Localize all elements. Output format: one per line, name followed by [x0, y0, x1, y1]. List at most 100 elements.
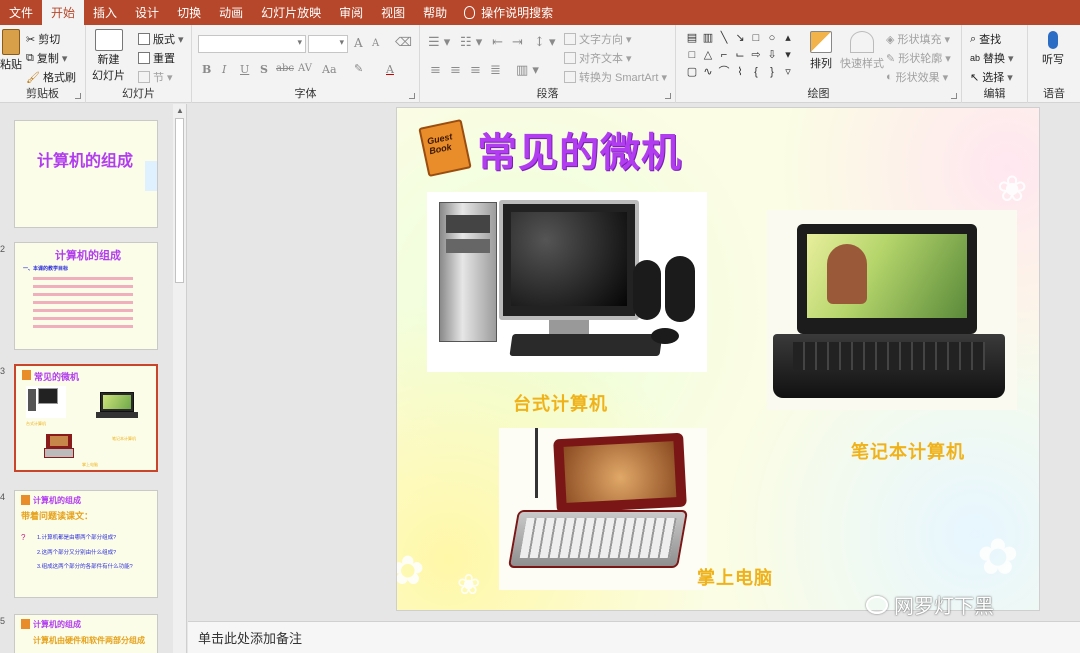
- text-direction-button[interactable]: 文字方向 ▾: [564, 31, 632, 47]
- arc-shape-icon[interactable]: ⌒: [716, 64, 732, 81]
- handheld-pc-image[interactable]: [499, 428, 707, 590]
- italic-button[interactable]: I: [222, 63, 226, 76]
- tab-slideshow[interactable]: 幻灯片放映: [252, 0, 330, 25]
- select-button[interactable]: ↖ 选择 ▾: [970, 69, 1013, 85]
- numbering-icon[interactable]: ☷ ▾: [460, 35, 482, 50]
- gallery-down-icon[interactable]: ▾: [780, 47, 796, 64]
- current-slide[interactable]: ✿ ❀ ✿ ❀ ✾ Guest Book 常见的微机 台式计算机 笔记本: [396, 107, 1040, 611]
- font-launcher-icon[interactable]: [409, 93, 415, 99]
- slide-thumb-3[interactable]: 常见的微机 台式计算机 笔记本计算机 掌上电脑: [14, 364, 158, 472]
- vtextbox-shape-icon[interactable]: ▥: [700, 30, 716, 47]
- bold-button[interactable]: B: [202, 63, 211, 76]
- tab-help[interactable]: 帮助: [414, 0, 456, 25]
- align-left-icon[interactable]: ≡: [430, 63, 441, 78]
- slide-thumb-4[interactable]: 计算机的组成 带着问题读课文： 1.计算机都是由哪两个部分组成? 2.这两个部分…: [14, 490, 158, 598]
- font-name-combobox[interactable]: [198, 35, 306, 53]
- elbow-shape-icon[interactable]: ⌙: [732, 47, 748, 64]
- tab-insert[interactable]: 插入: [84, 0, 126, 25]
- change-case-button[interactable]: Aa: [322, 63, 337, 76]
- format-painter-button[interactable]: 🖌 格式刷: [26, 69, 76, 85]
- slide-thumb-2[interactable]: 计算机的组成 一、本课的教学目标: [14, 242, 158, 350]
- shape-outline-button[interactable]: ✎ 形状轮廓 ▾: [886, 50, 951, 66]
- line-spacing-icon[interactable]: ↕ ▾: [534, 35, 556, 50]
- cut-button[interactable]: ✂ 剪切: [26, 31, 60, 47]
- brace-right-shape-icon[interactable]: }: [764, 64, 780, 81]
- layout-button[interactable]: 版式 ▾: [138, 31, 184, 47]
- tab-animations[interactable]: 动画: [210, 0, 252, 25]
- paste-button[interactable]: 粘贴: [0, 29, 22, 72]
- brace-left-shape-icon[interactable]: {: [748, 64, 764, 81]
- shape-fill-button[interactable]: ◈ 形状填充 ▾: [886, 31, 950, 47]
- downarrow-shape-icon[interactable]: ⇩: [764, 47, 780, 64]
- tab-design[interactable]: 设计: [126, 0, 168, 25]
- line-shape-icon[interactable]: ╲: [716, 30, 732, 47]
- justify-icon[interactable]: ≣: [490, 63, 501, 78]
- connector-shape-icon[interactable]: ⌐: [716, 47, 732, 64]
- tell-me-search[interactable]: 操作说明搜索: [464, 4, 553, 21]
- drawing-launcher-icon[interactable]: [951, 93, 957, 99]
- clear-format-icon[interactable]: ⌫: [395, 35, 412, 49]
- shrink-font-button[interactable]: A: [372, 38, 379, 49]
- slide-thumb-5[interactable]: 计算机的组成 计算机由硬件和软件两部分组成: [14, 614, 158, 653]
- decrease-indent-icon[interactable]: ⇤: [492, 35, 503, 50]
- gallery-up-icon[interactable]: ▴: [780, 30, 796, 47]
- paragraph-group-label: 段落: [536, 88, 559, 100]
- triangle-shape-icon[interactable]: △: [700, 47, 716, 64]
- replace-button[interactable]: ab 替换 ▾: [970, 50, 1014, 66]
- columns-icon[interactable]: ▥ ▾: [516, 63, 539, 78]
- notes-pane[interactable]: 单击此处添加备注: [188, 621, 1080, 653]
- slide-thumb-1[interactable]: 计算机的组成: [14, 120, 158, 228]
- underline-button[interactable]: U: [240, 63, 249, 76]
- thumbnail-scrollbar[interactable]: ▲: [173, 104, 186, 653]
- laptop-image[interactable]: [767, 210, 1017, 410]
- rightarrow-shape-icon[interactable]: ⇨: [748, 47, 764, 64]
- curve-shape-icon[interactable]: ∿: [700, 64, 716, 81]
- notes-placeholder[interactable]: 单击此处添加备注: [198, 628, 302, 647]
- smartart-button[interactable]: 转换为 SmartArt ▾: [564, 69, 667, 85]
- slide-title[interactable]: 常见的微机: [477, 120, 682, 178]
- font-size-combobox[interactable]: [308, 35, 348, 53]
- font-color-button[interactable]: A: [386, 63, 394, 76]
- arrange-button[interactable]: 排列: [810, 31, 832, 71]
- textbox-shape-icon[interactable]: ▤: [684, 30, 700, 47]
- new-slide-button[interactable]: 新建 幻灯片: [92, 29, 125, 83]
- tab-file[interactable]: 文件: [0, 0, 42, 25]
- char-spacing-button[interactable]: AV: [298, 63, 312, 74]
- section-button[interactable]: 节 ▾: [138, 69, 173, 85]
- caption-desktop[interactable]: 台式计算机: [513, 390, 608, 416]
- align-center-icon[interactable]: ≡: [450, 63, 461, 78]
- strikethrough-button[interactable]: abc: [276, 63, 294, 74]
- tab-home[interactable]: 开始: [42, 0, 85, 25]
- dictate-button[interactable]: 听写: [1042, 31, 1064, 67]
- find-button[interactable]: ⌕ 查找: [970, 31, 1001, 47]
- rect-shape-icon[interactable]: □: [748, 30, 764, 47]
- paragraph-launcher-icon[interactable]: [665, 93, 671, 99]
- roundrect-shape-icon[interactable]: ▢: [684, 64, 700, 81]
- tab-view[interactable]: 视图: [372, 0, 414, 25]
- tab-transitions[interactable]: 切换: [168, 0, 210, 25]
- clipboard-launcher-icon[interactable]: [75, 93, 81, 99]
- shadow-button[interactable]: S: [260, 63, 268, 76]
- caption-handheld[interactable]: 掌上电脑: [697, 564, 773, 590]
- oval-shape-icon[interactable]: ○: [764, 30, 780, 47]
- freeform-shape-icon[interactable]: ⌇: [732, 64, 748, 81]
- tab-review[interactable]: 审阅: [330, 0, 372, 25]
- scrollbar-thumb[interactable]: [175, 118, 184, 283]
- rect2-shape-icon[interactable]: □: [684, 47, 700, 64]
- bullets-icon[interactable]: ☰ ▾: [428, 35, 450, 50]
- copy-button[interactable]: ⧉ 复制 ▾: [26, 50, 67, 66]
- shapes-gallery[interactable]: ▤ ▥ ╲ ↘ □ ○ ▴ □ △ ⌐ ⌙ ⇨ ⇩ ▾ ▢ ∿ ⌒ ⌇{} ▿: [684, 30, 796, 82]
- desktop-computer-image[interactable]: [427, 192, 707, 372]
- gallery-more-icon[interactable]: ▿: [780, 64, 796, 81]
- align-text-button[interactable]: 对齐文本 ▾: [564, 50, 632, 66]
- caption-laptop[interactable]: 笔记本计算机: [851, 438, 965, 464]
- arrow-shape-icon[interactable]: ↘: [732, 30, 748, 47]
- grow-font-button[interactable]: A: [354, 36, 363, 50]
- quick-styles-button[interactable]: 快速样式: [840, 31, 884, 71]
- align-right-icon[interactable]: ≡: [470, 63, 481, 78]
- highlight-icon[interactable]: ✎: [354, 62, 363, 75]
- reset-button[interactable]: 重置: [138, 50, 175, 66]
- shape-effects-button[interactable]: ◐ 形状效果 ▾: [886, 69, 948, 85]
- increase-indent-icon[interactable]: ⇥: [512, 35, 523, 50]
- scroll-up-icon[interactable]: ▲: [176, 106, 184, 115]
